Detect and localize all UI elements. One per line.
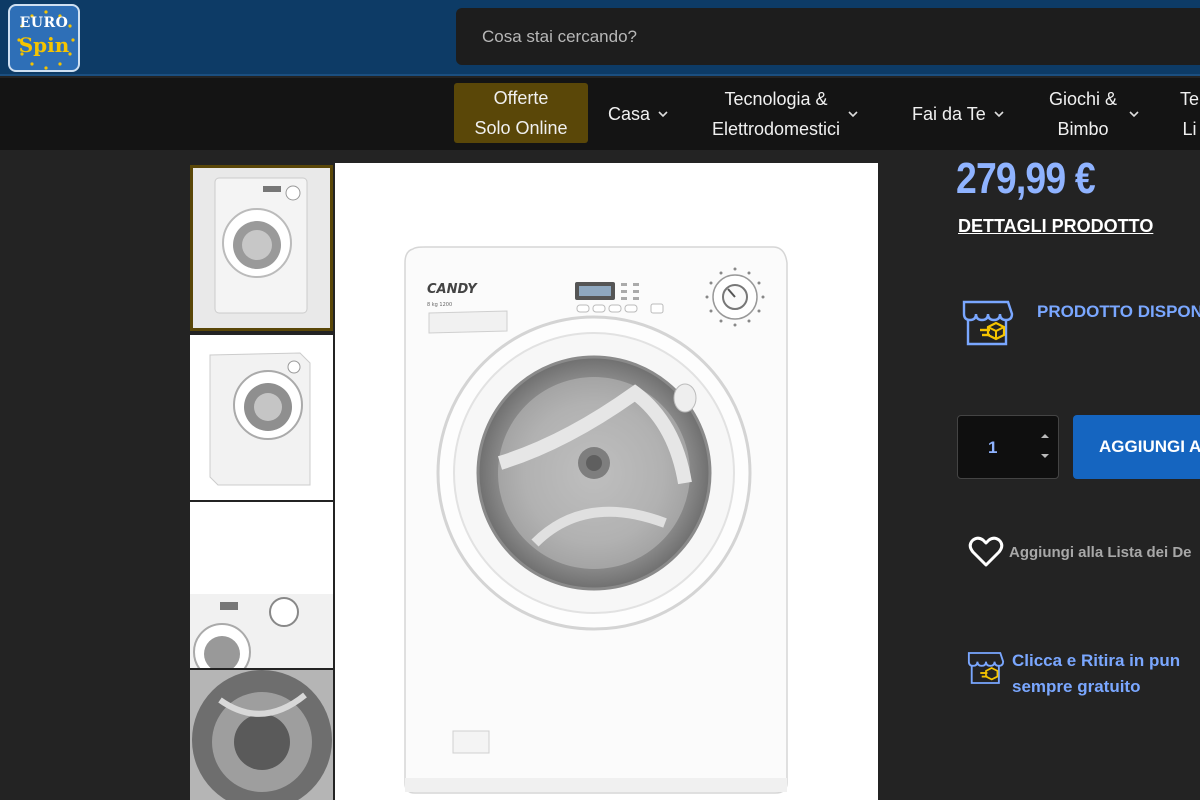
main-nav: Offerte Solo Online Casa Tecnologia & El… (0, 78, 1200, 150)
product-price: 279,99 € (956, 154, 1096, 203)
thumbnail-4[interactable] (190, 670, 333, 800)
brand-label: CANDY (427, 282, 478, 297)
nav-item-label: Giochi & Bimbo (1049, 89, 1118, 139)
add-to-cart-button[interactable]: AGGIUNGI A (1073, 415, 1200, 479)
svg-text:8 kg 1200: 8 kg 1200 (427, 302, 452, 308)
store-box-icon (967, 652, 1005, 684)
quantity-increase-icon[interactable] (1038, 432, 1052, 442)
store-box-icon (962, 300, 1014, 346)
product-details-link[interactable]: DETTAGLI PRODOTTO (958, 216, 1153, 237)
search-placeholder: Cosa stai cercando? (482, 27, 637, 46)
nav-item-casa[interactable]: Casa (608, 78, 668, 150)
main-product-image[interactable]: CANDY 8 kg 1200 (335, 163, 878, 800)
logo-text-euro: EURO (19, 15, 69, 31)
nav-item-label: Te Li (1180, 89, 1200, 139)
quantity-value: 1 (988, 438, 998, 457)
click-and-collect-line-1: Clicca e Ritira in pun (1012, 651, 1181, 670)
washing-machine-closeup-thumb-icon (190, 594, 333, 668)
nav-item-tecnologia[interactable]: Tecnologia & Elettrodomestici (712, 78, 858, 150)
click-and-collect-label: Clicca e Ritira in pun sempre gratuito (1012, 648, 1180, 700)
chevron-down-icon (658, 111, 668, 118)
nav-item-giochi[interactable]: Giochi & Bimbo (1049, 78, 1139, 150)
nav-item-label: Fai da Te (912, 104, 986, 124)
logo-text-spin: Spin (18, 33, 70, 57)
nav-item-fai-da-te[interactable]: Fai da Te (912, 78, 1004, 150)
washing-machine-image-icon: CANDY 8 kg 1200 (404, 246, 788, 794)
click-and-collect-info[interactable]: Clicca e Ritira in pun sempre gratuito (966, 648, 1200, 700)
availability-label: PRODOTTO DISPON (1037, 302, 1200, 321)
thumbnail-1[interactable] (190, 165, 333, 331)
search-input[interactable]: Cosa stai cercando? (456, 8, 1200, 65)
chevron-down-icon (1129, 111, 1139, 118)
nav-item-label: Offerte Solo Online (474, 88, 568, 138)
add-to-cart-label: AGGIUNGI A (1099, 437, 1200, 456)
availability-info: PRODOTTO DISPON (960, 298, 1200, 348)
chevron-down-icon (848, 111, 858, 118)
thumbnail-2[interactable] (190, 335, 333, 500)
quantity-stepper[interactable]: 1 (957, 415, 1059, 479)
washing-machine-thumb-icon (214, 177, 308, 314)
heart-icon (968, 536, 1004, 567)
eurospin-logo[interactable]: EURO Spin (8, 4, 80, 72)
drum-closeup-thumb-icon (190, 670, 333, 800)
nav-item-label: Tecnologia & Elettrodomestici (712, 89, 841, 139)
quantity-decrease-icon[interactable] (1038, 452, 1052, 462)
thumbnail-3[interactable] (190, 502, 333, 668)
add-to-wishlist-button[interactable]: Aggiungi alla Lista dei De (968, 535, 1200, 571)
washing-machine-thumb-icon (209, 352, 311, 486)
click-and-collect-line-2: sempre gratuito (1012, 677, 1141, 696)
site-header: EURO Spin Cosa stai cercando? (0, 0, 1200, 76)
nav-item-offerte[interactable]: Offerte Solo Online (454, 83, 588, 143)
nav-item-truncated[interactable]: Te Li (1180, 78, 1199, 150)
wishlist-label: Aggiungi alla Lista dei De (1009, 544, 1192, 561)
nav-item-label: Casa (608, 104, 651, 124)
chevron-down-icon (994, 111, 1004, 118)
